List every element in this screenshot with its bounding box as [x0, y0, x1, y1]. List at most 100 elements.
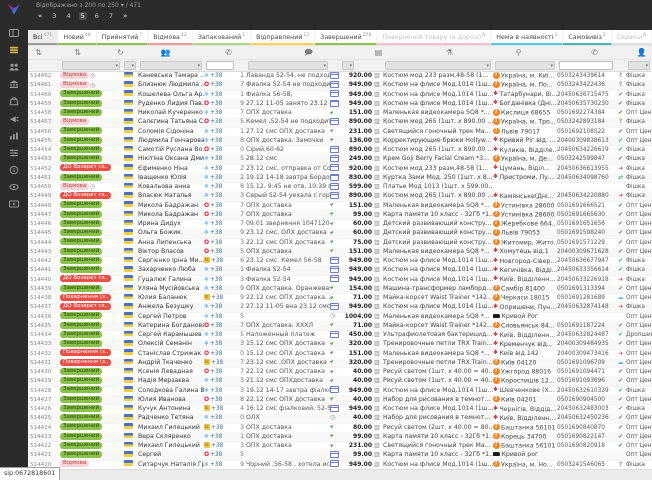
- tab-Запакований[interactable]: Запакований1: [193, 30, 251, 46]
- location-icon[interactable]: ⚲: [513, 47, 524, 58]
- ttn-filter-input[interactable]: [559, 61, 613, 70]
- table-row[interactable]: 514434ЗавершенийСергей Карамышев❄+385Нал…: [28, 331, 652, 340]
- table-row[interactable]: 514443ЗавершенийВіктор ВласовO+385ОПХ до…: [28, 248, 652, 257]
- table-row[interactable]: 514423ЗавершенийВера Скляренко❄+381ОПХ д…: [28, 433, 652, 442]
- ttn-number[interactable]: 20400309484935: [557, 340, 615, 348]
- ttn-number[interactable]: 0501692274384: [557, 109, 615, 117]
- page-button[interactable]: 4: [64, 12, 72, 20]
- ttn-number[interactable]: 20450632610339: [557, 387, 615, 395]
- sidebar-item-store[interactable]: [7, 78, 21, 91]
- ttn-number[interactable]: 20450635730230: [557, 100, 615, 108]
- tab-Відмова[interactable]: Відмова42: [148, 30, 192, 46]
- customers-icon[interactable]: 👥: [160, 47, 171, 58]
- table-row[interactable]: 514445ЗавершенийОльга Божик❄+38923.12 см…: [28, 229, 652, 238]
- ttn-number[interactable]: 0501692108522: [557, 128, 615, 136]
- table-row[interactable]: 514438Повернення (з..Юлия Баланюкlc+3892…: [28, 294, 652, 303]
- tab-Повернення товару (в дорозі)[interactable]: Повернення товару (в дорозі)0: [377, 30, 491, 46]
- city-filter-select[interactable]: [495, 61, 555, 70]
- table-row[interactable]: 514462Відмова◷Каневська Тамара ...❄+381Л…: [28, 72, 652, 81]
- page-button[interactable]: 6: [93, 12, 101, 20]
- status-filter-select[interactable]: [62, 61, 120, 70]
- table-row[interactable]: 514450Відмова◷Ковальова анна❄+38815.12. …: [28, 183, 652, 192]
- table-row[interactable]: 514452ДО Возврат ск..Єфименко Ніна❄+3822…: [28, 165, 652, 174]
- table-row[interactable]: 514441ЗавершенийЗахарченко Люба❄+381Фиал…: [28, 266, 652, 275]
- ttn-number[interactable]: 0501691094471: [557, 368, 615, 376]
- ttn-number[interactable]: 0501690822147: [557, 433, 615, 441]
- table-row[interactable]: 514425ЗавершенийРадченко Тетяна❄+380ОЛХ◷…: [28, 414, 652, 423]
- tab-Сервіси[interactable]: Сервіси0: [612, 30, 652, 46]
- table-row[interactable]: 514451ЗавершенийІващенко Юлія❄+38219.12 …: [28, 174, 652, 183]
- product-icon[interactable]: ⚗: [444, 47, 455, 58]
- ttn-number[interactable]: 20450632450236: [557, 414, 615, 422]
- table-row[interactable]: 514435ЗавершенийКатерина БогдановаO+387О…: [28, 322, 652, 331]
- sidebar-item-statistics[interactable]: [7, 129, 21, 142]
- ttn-number[interactable]: 0501690840870: [557, 424, 615, 432]
- ttn-number[interactable]: 0503242599847: [557, 155, 615, 163]
- ttn-number[interactable]: 20450634226619: [557, 146, 615, 154]
- tab-Новий[interactable]: Новий48: [58, 30, 96, 46]
- ttn-number[interactable]: 20450633226918: [557, 276, 615, 284]
- table-row[interactable]: 514448ЗавершенийМикола БадражанO+387ОПХ …: [28, 202, 652, 211]
- tab-Прийнятий[interactable]: Прийнятий7: [97, 30, 149, 46]
- tab-Самовивіз[interactable]: Самовивіз2: [563, 30, 611, 46]
- tab-Нема в наявності[interactable]: Нема в наявності1: [491, 30, 563, 46]
- comment-filter-select[interactable]: [248, 61, 328, 70]
- table-row[interactable]: 514446ЗавершенийИрина Дидух❄+38709.01 зв…: [28, 220, 652, 229]
- ttn-number[interactable]: 20400309473416: [557, 350, 615, 358]
- tab-Відправлений[interactable]: Відправлений12: [251, 30, 315, 46]
- sidebar-item-dashboard[interactable]: [7, 26, 21, 39]
- sidebar-item-video[interactable]: [7, 198, 21, 211]
- ttn-number[interactable]: 20450632824487: [557, 331, 615, 339]
- ttn-number[interactable]: 0503243422436: [557, 81, 615, 89]
- table-row[interactable]: 514454ЗавершенийСамотій Руслана Во...O+3…: [28, 146, 652, 155]
- sidebar-item-marketing[interactable]: [7, 112, 21, 125]
- sidebar-item-cart[interactable]: [7, 95, 21, 108]
- ttn-number[interactable]: 20450632483003: [557, 405, 615, 413]
- ttn-number[interactable]: 0501691571229: [557, 239, 615, 247]
- ttn-number[interactable]: 0501691598240: [557, 229, 615, 237]
- table-row[interactable]: 514453ЗавершенийНікітіна Оксана Дми...❄+…: [28, 155, 652, 164]
- ttn-number[interactable]: 20400309671628: [557, 248, 615, 256]
- pager-first-button[interactable]: «: [36, 12, 44, 20]
- ttn-number[interactable]: 20450632874148: [557, 303, 615, 311]
- table-row[interactable]: 514426ЗавершенийКучук Антонинаlc+38416.1…: [28, 405, 652, 414]
- table-row[interactable]: 514457ВідмоваСалєгина Татьяна С...O+385К…: [28, 118, 652, 127]
- table-row[interactable]: 514449ДО Возврат ск..Власюк Наталья❄+383…: [28, 192, 652, 201]
- table-row[interactable]: 514456ЗавершенийСоломія Сідоніна❄+38127.…: [28, 128, 652, 137]
- tab-Всі[interactable]: Всі471: [28, 30, 58, 46]
- sidebar-item-customers[interactable]: [7, 60, 21, 73]
- phone-icon[interactable]: ✆: [223, 47, 234, 58]
- sidebar-item-orders[interactable]: [7, 43, 21, 56]
- table-row[interactable]: 514429ЗавершенийНадія Мерзаєва❄+38321.12…: [28, 377, 652, 386]
- call-status-icon[interactable]: ↻: [115, 47, 126, 58]
- table-row[interactable]: 514459ЗавершенийРуденко Лидия Пав...O+38…: [28, 100, 652, 109]
- sidebar-item-settings[interactable]: [7, 146, 21, 159]
- ttn-number[interactable]: 20450633356614: [557, 266, 615, 274]
- ttn-number[interactable]: 20450634098760: [557, 174, 615, 182]
- ttn-number[interactable]: 20400309838613: [557, 137, 615, 145]
- ttn-number[interactable]: 0501691096709: [557, 359, 615, 367]
- ttn-number[interactable]: 0503242893184: [557, 118, 615, 126]
- ttn-number[interactable]: 0501690904500: [557, 396, 615, 404]
- table-row[interactable]: 514460ЗавершенийКошелева Ольга Ар...❄+38…: [28, 91, 652, 100]
- sidebar-item-info[interactable]: [7, 164, 21, 177]
- ttn-number[interactable]: 0501691093696: [557, 377, 615, 385]
- ttn-number[interactable]: 20450636677947: [557, 257, 615, 265]
- pager-last-button[interactable]: »: [121, 12, 129, 20]
- table-row[interactable]: 514447ЗавершенийМикола БадражанO+387ОПХ …: [28, 211, 652, 220]
- table-row[interactable]: 514424ЗавершенийМихаил Гилецькийlc+383ОП…: [28, 424, 652, 433]
- table-row[interactable]: 514444ЗавершенийАнна ЛипенськаO+38322.12…: [28, 239, 652, 248]
- sort-id-icon[interactable]: ⇅: [33, 47, 44, 58]
- table-row[interactable]: 514455ЗавершенийЛюдмила Гончарова❄+388ОП…: [28, 137, 652, 146]
- ttn-number[interactable]: 0501691651656: [557, 220, 615, 228]
- table-row[interactable]: 514422ЗавершенийМихаил Гилецькийlc+383ОП…: [28, 442, 652, 451]
- payment-icon[interactable]: ▤: [373, 47, 384, 58]
- table-row[interactable]: 514431Повернення (з..Андрій Ткаченкоlc+3…: [28, 359, 652, 368]
- payment-filter-select[interactable]: [342, 61, 354, 70]
- comment-icon[interactable]: 🗩: [303, 47, 314, 58]
- ttn-number[interactable]: 0501691313394: [557, 285, 615, 293]
- table-row[interactable]: 514432Повернення (з..Станіслав СтрижакO+…: [28, 350, 652, 359]
- page-button[interactable]: 3: [50, 12, 58, 20]
- ttn-number[interactable]: 20450636715475: [557, 91, 615, 99]
- sidebar-item-watch[interactable]: [7, 181, 21, 194]
